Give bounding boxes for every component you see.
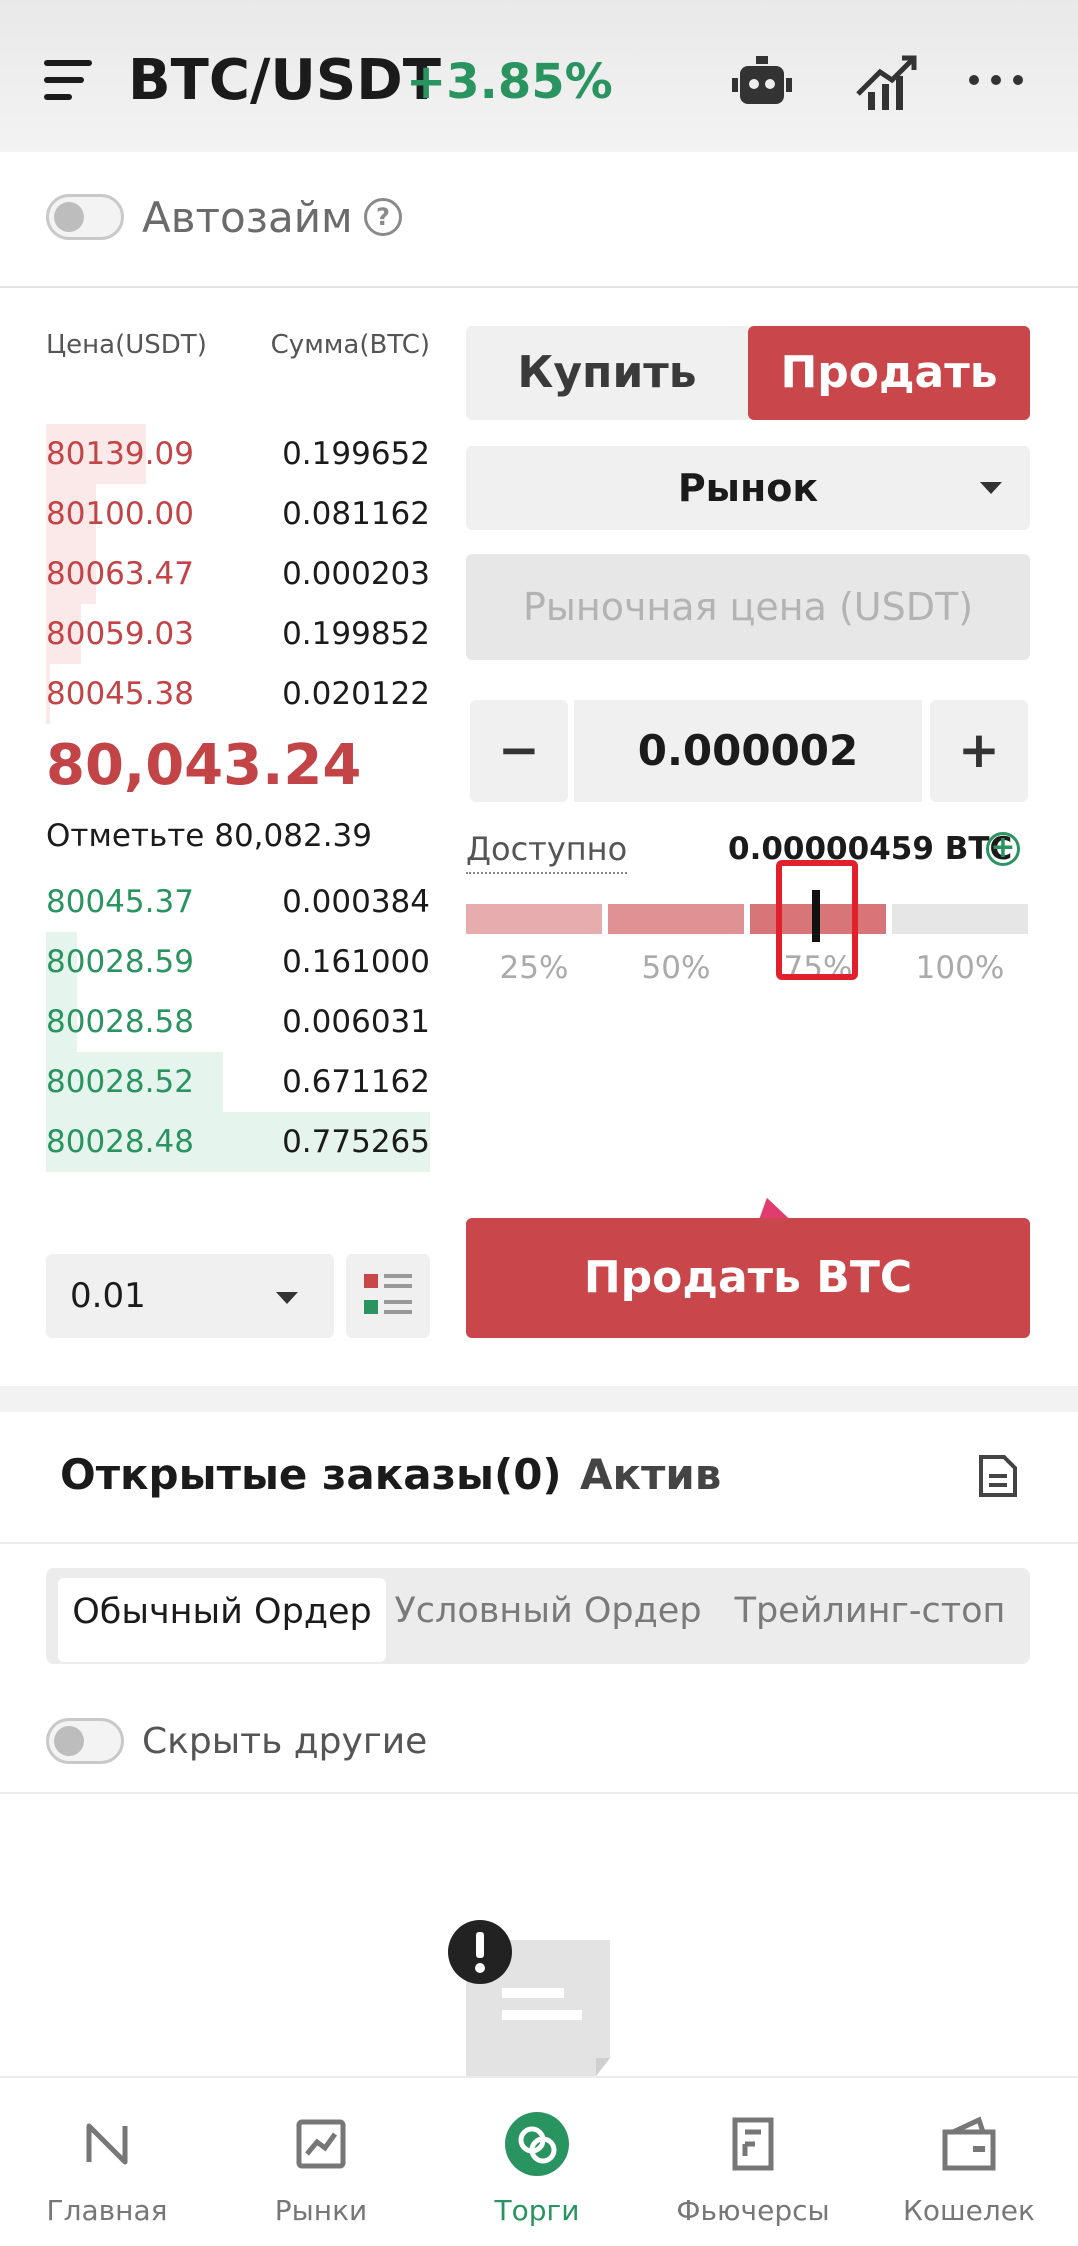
add-funds-icon[interactable]: + bbox=[986, 832, 1020, 866]
decrease-quantity-button[interactable]: − bbox=[470, 700, 568, 802]
bid-row[interactable]: 80028.48 0.775265 bbox=[46, 1112, 430, 1172]
price-column-header: Цена(USDT) bbox=[46, 330, 207, 360]
text-cursor-icon bbox=[812, 890, 820, 942]
empty-orders-icon bbox=[448, 1920, 610, 2076]
ask-row[interactable]: 80045.38 0.020122 bbox=[46, 664, 430, 724]
chart-icon[interactable] bbox=[854, 54, 918, 112]
percent-slider-segment[interactable] bbox=[608, 904, 744, 934]
nav-home[interactable]: Главная bbox=[2, 2112, 212, 2227]
autoborrow-label: Автозайм bbox=[142, 193, 353, 242]
available-label: Доступно bbox=[466, 826, 628, 874]
bid-row[interactable]: 80028.59 0.161000 bbox=[46, 932, 430, 992]
nav-trade[interactable]: Торги bbox=[432, 2112, 642, 2227]
ask-row[interactable]: 80059.03 0.199852 bbox=[46, 604, 430, 664]
markets-icon bbox=[296, 2119, 346, 2169]
order-type-select[interactable]: Рынок bbox=[466, 446, 1030, 530]
available-balance: 0.00000459 BTC bbox=[728, 831, 1013, 867]
percent-label[interactable]: 100% bbox=[892, 946, 1028, 990]
divider bbox=[0, 1792, 1078, 1794]
last-price: 80,043.24 bbox=[46, 733, 362, 798]
pair-title[interactable]: BTC/USDT bbox=[128, 46, 441, 116]
nav-label: Кошелек bbox=[903, 2194, 1035, 2227]
amount-column-header: Сумма(BTC) bbox=[270, 330, 430, 360]
menu-icon[interactable] bbox=[44, 60, 92, 102]
hide-others-label: Скрыть другие bbox=[142, 1721, 428, 1762]
futures-icon bbox=[732, 2117, 774, 2171]
robot-icon[interactable] bbox=[730, 54, 794, 112]
order-type-label: Рынок bbox=[677, 466, 819, 510]
order-type-subtabs: Обычный Ордер Условный Ордер Трейлинг-ст… bbox=[46, 1568, 1030, 1664]
sell-btc-button[interactable]: Продать BTC bbox=[466, 1218, 1030, 1338]
ask-row[interactable]: 80139.09 0.199652 bbox=[46, 424, 430, 484]
chevron-down-icon bbox=[276, 1292, 298, 1304]
bottom-navigation: Главная Рынки Торги Фьючерсы Кошелек bbox=[0, 2076, 1078, 2246]
depth-precision-value: 0.01 bbox=[70, 1276, 146, 1316]
tab-open-orders[interactable]: Открытые заказы(0) bbox=[60, 1444, 562, 1506]
mark-price: Отметьте 80,082.39 bbox=[46, 818, 372, 854]
price-change: +3.85% bbox=[406, 54, 613, 110]
nav-markets[interactable]: Рынки bbox=[216, 2112, 426, 2227]
order-history-icon[interactable] bbox=[978, 1454, 1018, 1498]
percent-slider-segment[interactable] bbox=[466, 904, 602, 934]
nav-label: Рынки bbox=[274, 2194, 368, 2227]
bid-row[interactable]: 80028.52 0.671162 bbox=[46, 1052, 430, 1112]
nav-label: Главная bbox=[46, 2194, 168, 2227]
chevron-down-icon bbox=[980, 482, 1002, 494]
more-icon[interactable] bbox=[964, 54, 1028, 112]
ask-row[interactable]: 80063.47 0.000203 bbox=[46, 544, 430, 604]
quantity-input[interactable]: 0.000002 bbox=[574, 700, 922, 802]
subtab-conditional-order[interactable]: Условный Ордер bbox=[386, 1568, 710, 1664]
subtab-trailing-stop[interactable]: Трейлинг-стоп bbox=[710, 1568, 1030, 1664]
percent-label[interactable]: 50% bbox=[608, 946, 744, 990]
help-icon[interactable]: ? bbox=[364, 198, 402, 236]
bid-row[interactable]: 80028.58 0.006031 bbox=[46, 992, 430, 1052]
sell-tab[interactable]: Продать bbox=[748, 326, 1030, 420]
nav-label: Торги bbox=[494, 2194, 580, 2227]
top-bar: BTC/USDT +3.85% bbox=[0, 0, 1078, 152]
wallet-icon bbox=[942, 2116, 996, 2171]
bid-row[interactable]: 80045.37 0.000384 bbox=[46, 872, 430, 932]
orderbook-view-icon[interactable] bbox=[346, 1254, 430, 1338]
tab-assets[interactable]: Актив bbox=[580, 1444, 721, 1506]
home-icon bbox=[86, 2123, 128, 2165]
trade-icon bbox=[505, 2112, 569, 2176]
nav-futures[interactable]: Фьючерсы bbox=[648, 2112, 858, 2227]
hide-others-toggle[interactable] bbox=[46, 1718, 124, 1764]
market-price-field: Рыночная цена (USDT) bbox=[466, 554, 1030, 660]
autoborrow-toggle[interactable] bbox=[46, 194, 124, 240]
nav-label: Фьючерсы bbox=[676, 2194, 830, 2227]
subtab-regular-order[interactable]: Обычный Ордер bbox=[58, 1578, 386, 1662]
buy-tab[interactable]: Купить bbox=[466, 326, 748, 420]
nav-wallet[interactable]: Кошелек bbox=[864, 2112, 1074, 2227]
depth-precision-select[interactable]: 0.01 bbox=[46, 1254, 334, 1338]
ask-row[interactable]: 80100.00 0.081162 bbox=[46, 484, 430, 544]
percent-slider-segment[interactable] bbox=[892, 904, 1028, 934]
divider bbox=[0, 1542, 1078, 1544]
percent-label[interactable]: 25% bbox=[466, 946, 602, 990]
section-divider bbox=[0, 1386, 1078, 1412]
increase-quantity-button[interactable]: + bbox=[930, 700, 1028, 802]
